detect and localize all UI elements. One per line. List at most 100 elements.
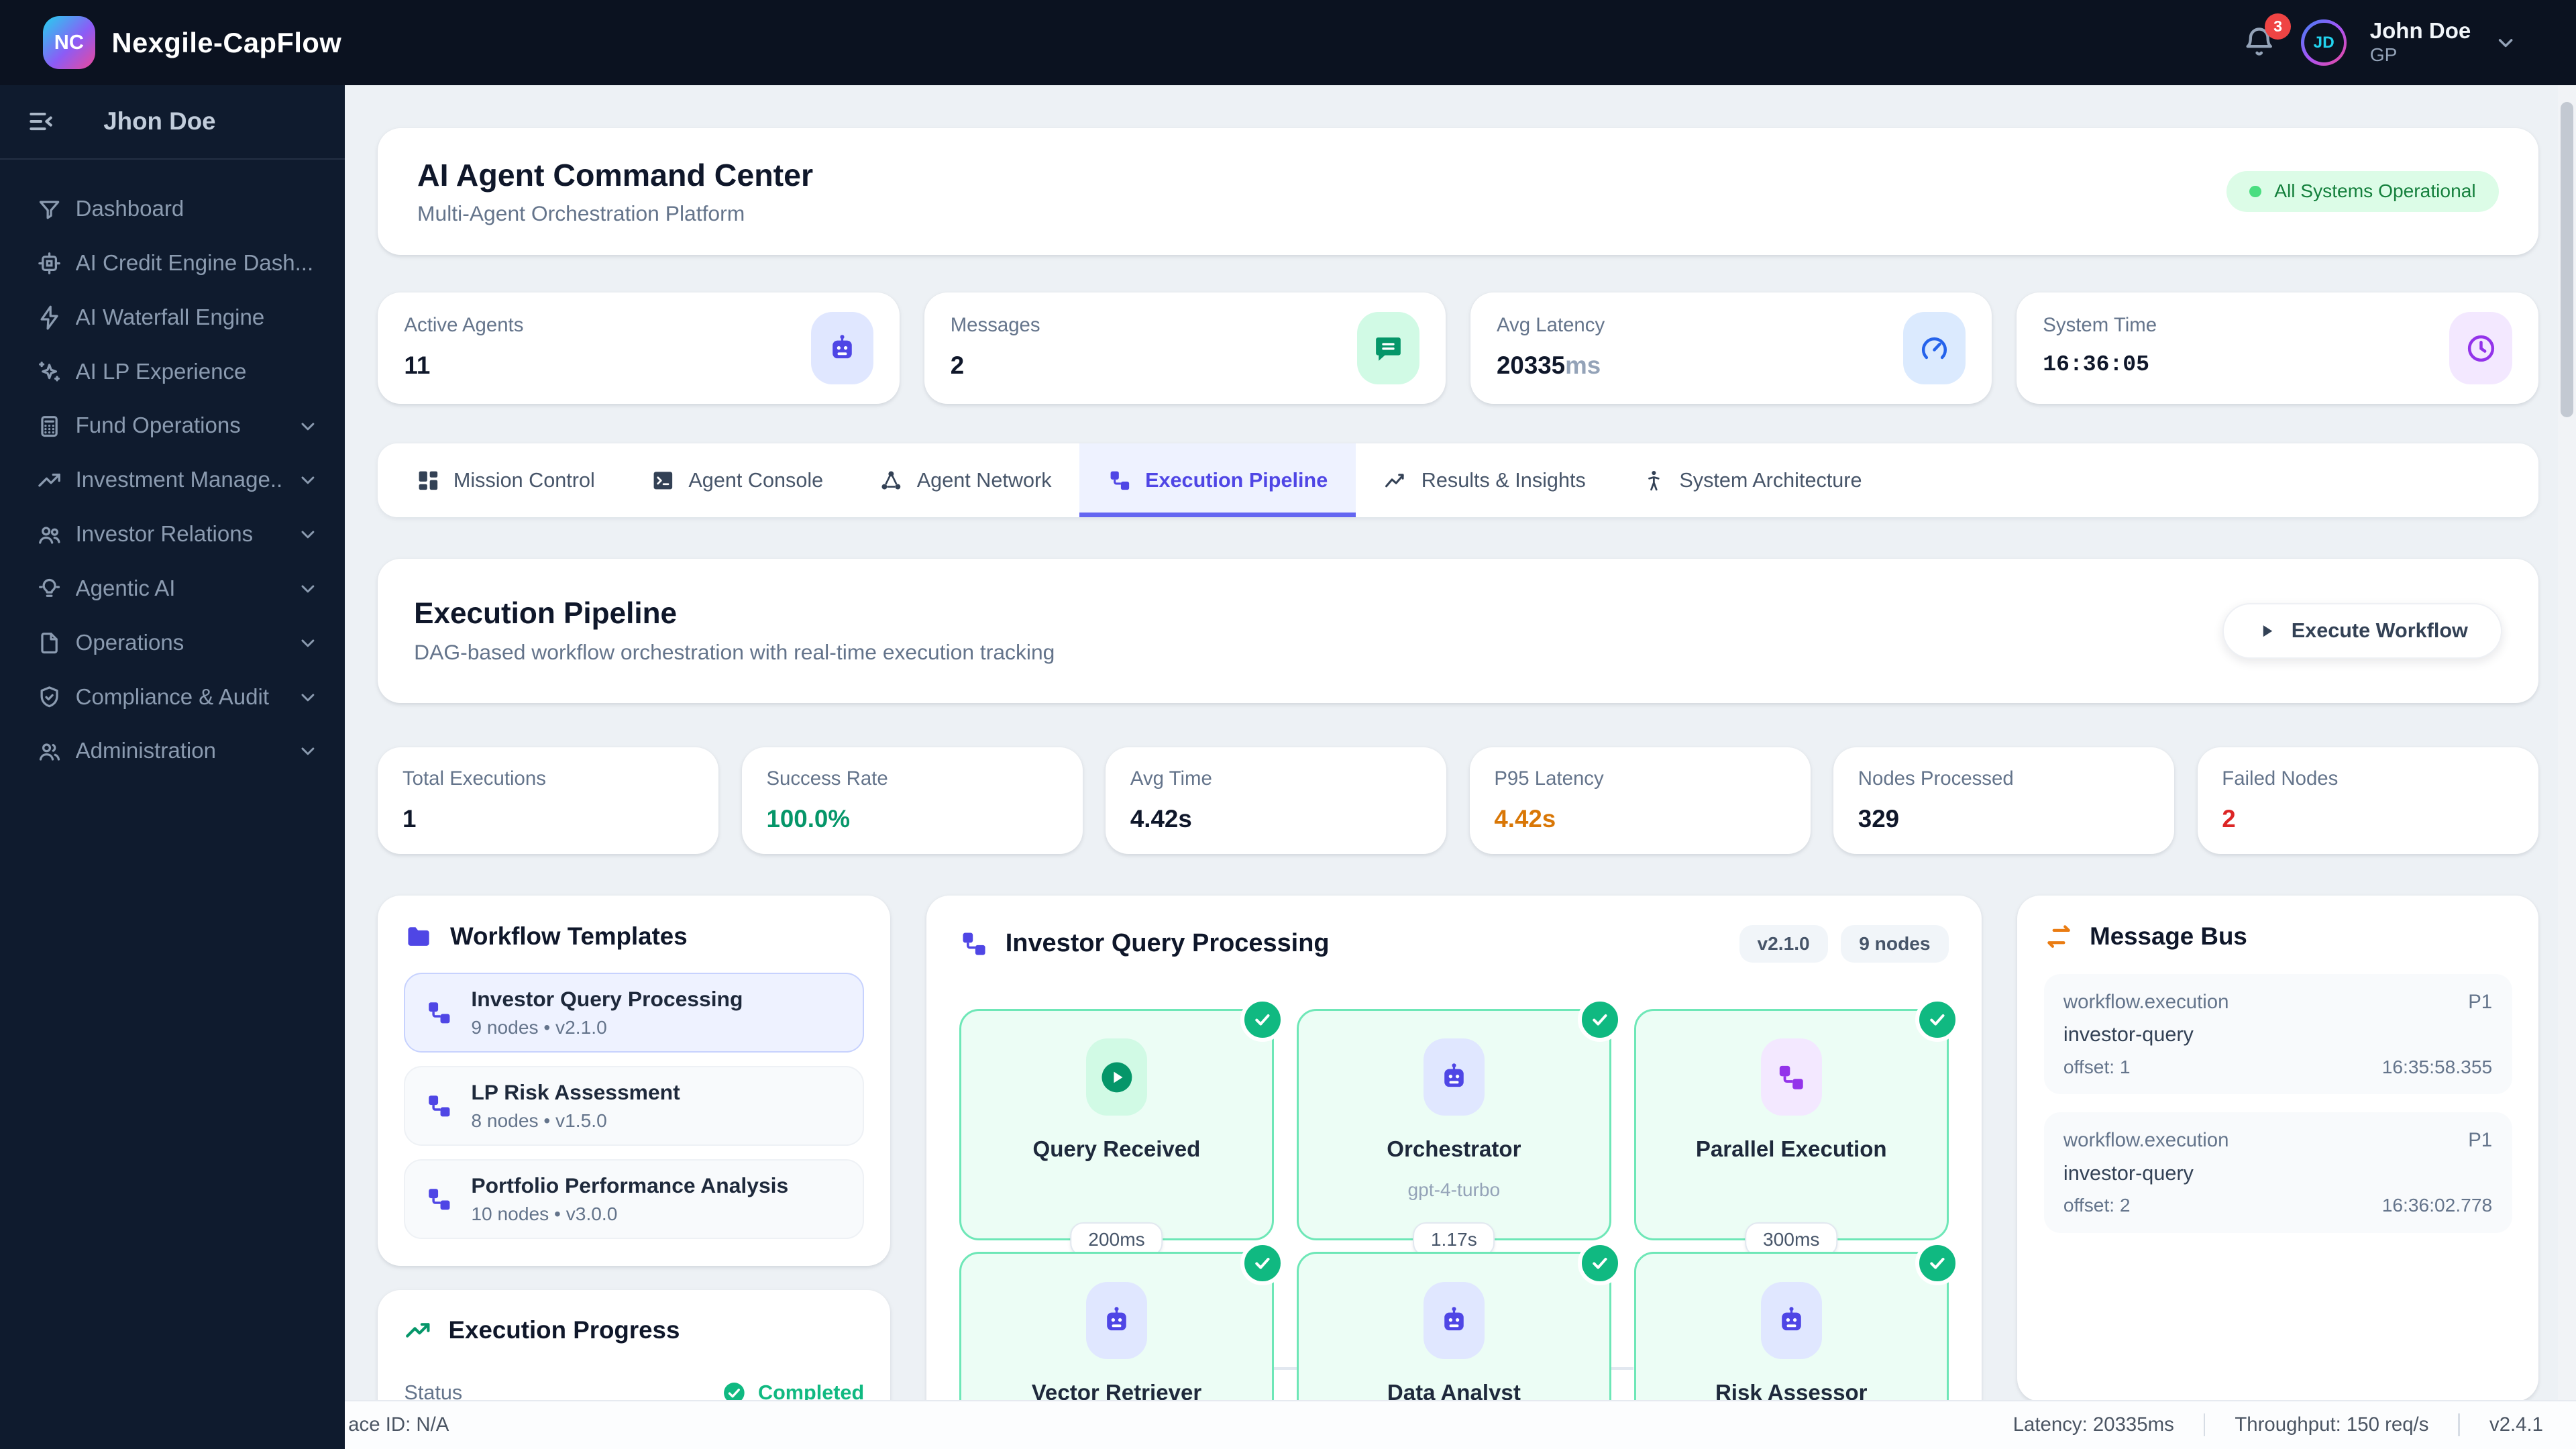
notification-badge: 3	[2265, 13, 2292, 40]
tab-system-architecture[interactable]: System Architecture	[1613, 443, 1890, 517]
bus-message: workflow.execution P1 investor-query off…	[2043, 1112, 2512, 1233]
scrollbar-track[interactable]	[2558, 85, 2576, 1400]
sidebar-item-ai-lp-experience[interactable]: AI LP Experience	[0, 345, 345, 399]
network-icon	[879, 468, 904, 493]
trending-up-icon	[404, 1317, 432, 1345]
kpi-messages: Messages 2	[924, 292, 1446, 405]
bot-icon	[1086, 1281, 1147, 1359]
sidebar-item-dashboard[interactable]: Dashboard	[0, 182, 345, 237]
sidebar-item-compliance-audit[interactable]: Compliance & Audit	[0, 670, 345, 724]
chevron-down-icon[interactable]	[2494, 32, 2517, 54]
bot-icon	[1424, 1281, 1485, 1359]
arrows-left-right-icon	[2044, 922, 2074, 951]
node-query-received[interactable]: Query Received 200ms	[959, 998, 1285, 1256]
play-icon	[2257, 621, 2276, 641]
tab-bar: Mission Control Agent Console Agent Netw…	[378, 443, 2538, 518]
workflow-icon	[1760, 1038, 1822, 1116]
lightbulb-icon	[36, 576, 62, 602]
sidebar-collapse-icon[interactable]	[26, 107, 56, 136]
folder-icon	[404, 922, 433, 951]
tab-mission-control[interactable]: Mission Control	[388, 443, 623, 517]
scrollbar-thumb[interactable]	[2560, 101, 2574, 418]
chevron-down-icon	[297, 633, 319, 654]
chevron-down-icon	[297, 578, 319, 600]
page-title: AI Agent Command Center	[417, 157, 814, 193]
sidebar-item-ai-credit-engine[interactable]: AI Credit Engine Dash...	[0, 237, 345, 291]
app-title: Nexgile-CapFlow	[111, 26, 342, 58]
users-icon	[36, 522, 62, 548]
version-badge: v2.1.0	[1739, 924, 1828, 963]
divider	[2203, 1413, 2206, 1437]
workflow-icon	[425, 1185, 453, 1214]
sidebar: Jhon Doe Dashboard AI Credit Engine Dash…	[0, 85, 345, 1449]
user-role: GP	[2369, 44, 2398, 66]
topbar-actions: 3 JD John Doe GP	[2242, 13, 2517, 66]
execute-workflow-button[interactable]: Execute Workflow	[2222, 602, 2502, 659]
terminal-icon	[651, 468, 676, 493]
users-icon	[36, 739, 62, 765]
check-icon	[1240, 998, 1285, 1042]
page-subtitle: Multi-Agent Orchestration Platform	[417, 201, 745, 225]
tab-agent-network[interactable]: Agent Network	[851, 443, 1079, 517]
message-square-icon	[1356, 312, 1419, 385]
workflow-icon	[425, 1092, 453, 1120]
command-center-header: AI Agent Command Center Multi-Agent Orch…	[378, 128, 2538, 255]
pipeline-header: Execution Pipeline DAG-based workflow or…	[378, 558, 2538, 704]
avatar-initials: JD	[2304, 23, 2344, 63]
workflow-icon	[425, 999, 453, 1027]
nodes-count-badge: 9 nodes	[1841, 924, 1949, 963]
dag-title: Investor Query Processing	[1005, 929, 1330, 958]
sidebar-item-investment-management[interactable]: Investment Manage...	[0, 453, 345, 508]
bot-icon	[1760, 1281, 1822, 1359]
templates-title: Workflow Templates	[449, 922, 688, 950]
stat-failed-nodes: Failed Nodes 2	[2197, 747, 2538, 855]
stat-nodes-processed: Nodes Processed 329	[1833, 747, 2175, 855]
message-bus-panel: Message Bus workflow.execution P1 invest…	[2017, 895, 2538, 1401]
template-investor-query-processing[interactable]: Investor Query Processing 9 nodes • v2.1…	[404, 972, 865, 1053]
message-bus-title: Message Bus	[2090, 922, 2247, 950]
user-menu[interactable]: John Doe GP	[2370, 19, 2471, 66]
sidebar-item-operations[interactable]: Operations	[0, 616, 345, 670]
sidebar-header: Jhon Doe	[0, 85, 345, 160]
stat-avg-time: Avg Time 4.42s	[1106, 747, 1447, 855]
brand: NC Nexgile-CapFlow	[42, 16, 342, 69]
kpi-row: Active Agents 11 Messages 2 Avg Latency …	[378, 292, 2538, 405]
tab-execution-pipeline[interactable]: Execution Pipeline	[1079, 443, 1356, 518]
sidebar-item-fund-operations[interactable]: Fund Operations	[0, 399, 345, 453]
sidebar-item-agentic-ai[interactable]: Agentic AI	[0, 562, 345, 616]
bot-icon	[1424, 1038, 1485, 1116]
workflow-icon	[959, 929, 989, 959]
notifications-button[interactable]: 3	[2242, 13, 2292, 61]
sidebar-profile-name: Jhon Doe	[103, 107, 216, 136]
sidebar-item-administration[interactable]: Administration	[0, 724, 345, 779]
chevron-down-icon	[297, 687, 319, 708]
kpi-system-time: System Time 16:36:05	[2017, 292, 2538, 405]
trace-id: ace ID: N/A	[348, 1413, 449, 1436]
bus-message: workflow.execution P1 investor-query off…	[2043, 974, 2512, 1095]
trending-up-icon	[36, 468, 62, 494]
app-version: v2.4.1	[2489, 1413, 2544, 1436]
template-portfolio-performance-analysis[interactable]: Portfolio Performance Analysis 10 nodes …	[404, 1159, 865, 1240]
node-parallel-execution[interactable]: Parallel Execution 300ms	[1633, 998, 1960, 1256]
shield-check-icon	[36, 684, 62, 710]
stat-p95-latency: P95 Latency 4.42s	[1469, 747, 1811, 855]
pipeline-subtitle: DAG-based workflow orchestration with re…	[414, 640, 1055, 665]
chevron-down-icon	[297, 416, 319, 437]
check-icon	[1915, 1240, 1960, 1285]
workflow-templates-panel: Workflow Templates Investor Query Proces…	[378, 895, 891, 1266]
cpu-icon	[36, 250, 62, 276]
avatar[interactable]: JD	[2300, 19, 2347, 66]
sidebar-item-ai-waterfall-engine[interactable]: AI Waterfall Engine	[0, 290, 345, 345]
calculator-icon	[36, 413, 62, 439]
chevron-down-icon	[297, 741, 319, 762]
gauge-icon	[1903, 312, 1966, 385]
sidebar-item-investor-relations[interactable]: Investor Relations	[0, 508, 345, 562]
kpi-active-agents: Active Agents 11	[378, 292, 900, 405]
status-bar: ace ID: N/A Latency: 20335ms Throughput:…	[345, 1399, 2576, 1449]
tab-agent-console[interactable]: Agent Console	[623, 443, 851, 517]
template-lp-risk-assessment[interactable]: LP Risk Assessment 8 nodes • v1.5.0	[404, 1065, 865, 1146]
tab-results-insights[interactable]: Results & Insights	[1356, 443, 1614, 517]
sidebar-menu: Dashboard AI Credit Engine Dash... AI Wa…	[0, 160, 345, 779]
bot-icon	[810, 312, 873, 385]
node-orchestrator[interactable]: Orchestrator gpt-4-turbo 1.17s	[1297, 998, 1623, 1256]
